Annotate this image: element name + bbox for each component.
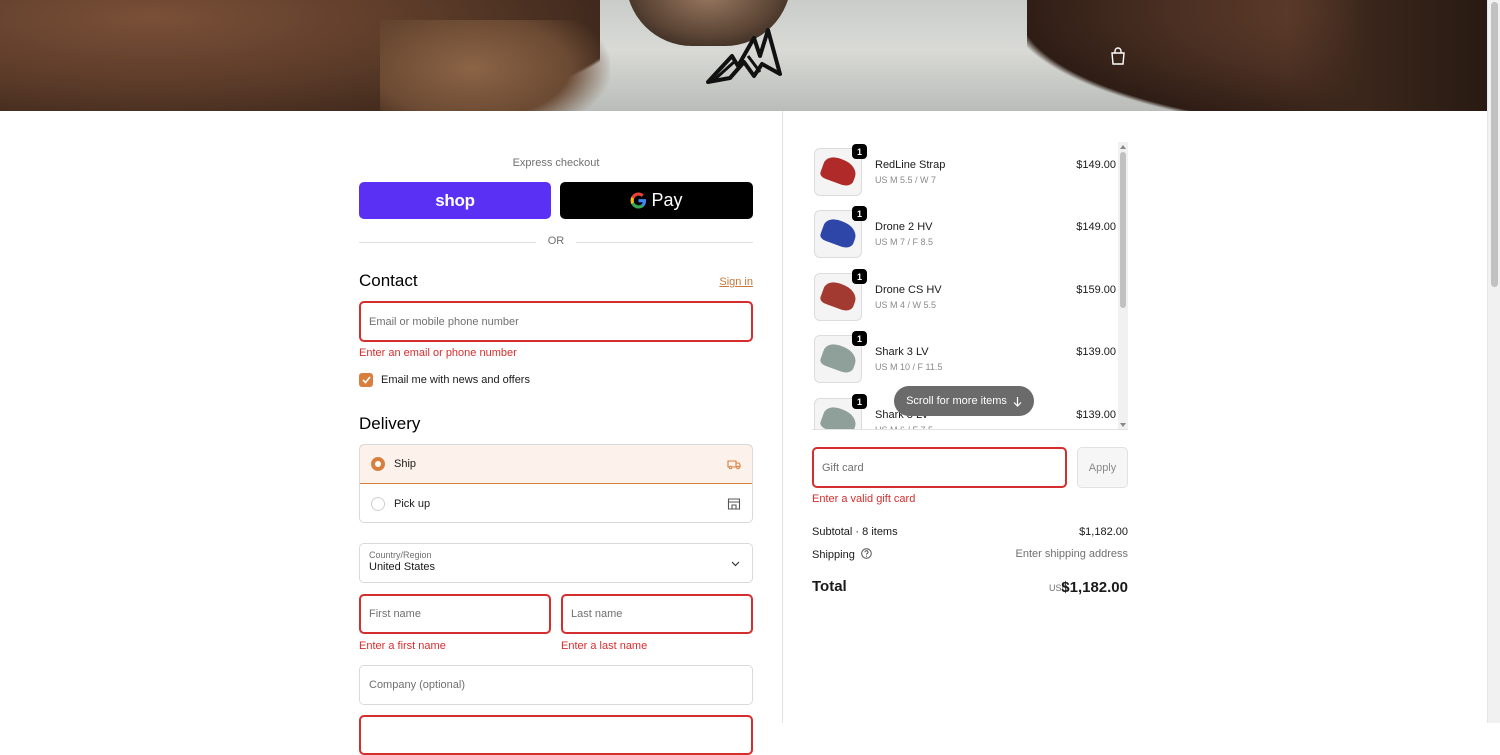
product-name: Drone 2 HV [875, 221, 933, 233]
rock-image-right-edge [1287, 0, 1487, 111]
column-divider [782, 111, 783, 723]
newsletter-label: Email me with news and offers [381, 374, 530, 386]
quantity-badge: 1 [852, 331, 867, 346]
quantity-badge: 1 [852, 269, 867, 284]
first-name-placeholder: First name [369, 608, 421, 620]
store-icon [727, 497, 741, 510]
product-price: $159.00 [1076, 284, 1116, 296]
product-variant: US M 4 / W 5.5 [875, 300, 937, 310]
express-checkout-title: Express checkout [512, 157, 600, 169]
last-name-placeholder: Last name [571, 608, 623, 620]
product-variant: US M 7 / F 8.5 [875, 237, 934, 247]
page-scrollbar[interactable] [1487, 0, 1500, 723]
product-name: RedLine Strap [875, 159, 946, 171]
delivery-option-ship[interactable]: Ship [360, 445, 752, 484]
shipping-value: Enter shipping address [1015, 548, 1128, 560]
rock-image-left-detail [380, 20, 610, 111]
or-separator: OR [359, 235, 753, 249]
cart-item: 1 Drone 2 HV US M 7 / F 8.5 $149.00 [812, 204, 1116, 258]
company-placeholder: Company (optional) [369, 679, 465, 691]
subtotal-label: Subtotal · 8 items [812, 526, 898, 538]
cart-item: 1 Shark 3 LV US M 10 / F 11.5 $139.00 [812, 329, 1116, 383]
scroll-more-label: Scroll for more items [906, 395, 1007, 407]
product-name: Drone CS HV [875, 284, 942, 296]
cart-item: 1 Drone CS HV US M 4 / W 5.5 $159.00 [812, 267, 1116, 321]
scroll-down-arrow-icon[interactable] [1120, 423, 1126, 427]
gift-card-placeholder: Gift card [822, 461, 864, 474]
product-price: $139.00 [1076, 409, 1116, 421]
shoe-graphic [818, 153, 860, 189]
subtotal-value: $1,182.00 [1079, 526, 1128, 538]
last-name-error: Enter a last name [561, 640, 648, 652]
quantity-badge: 1 [852, 394, 867, 409]
product-price: $139.00 [1076, 346, 1116, 358]
contact-heading: Contact [359, 271, 418, 290]
google-pay-button[interactable]: Pay [560, 182, 753, 219]
checkmark-icon [361, 376, 371, 384]
product-name: Shark 3 LV [875, 346, 929, 358]
country-label: Country/Region [369, 550, 432, 560]
page-scrollbar-thumb[interactable] [1491, 2, 1498, 287]
gift-card-field[interactable]: Gift card [812, 447, 1067, 488]
shop-pay-label: shop [435, 190, 475, 210]
chevron-down-icon [731, 561, 740, 567]
gift-card-error: Enter a valid gift card [812, 493, 916, 505]
product-variant: US M 10 / F 11.5 [875, 362, 943, 372]
delivery-option-pickup[interactable]: Pick up [360, 484, 752, 522]
shopping-bag-icon[interactable] [1110, 47, 1126, 65]
or-label: OR [547, 235, 565, 247]
first-name-field[interactable]: First name [359, 594, 551, 634]
total-value: $1,182.00 [1061, 579, 1128, 596]
ship-label: Ship [394, 458, 417, 470]
help-circle-icon[interactable] [861, 548, 872, 559]
shipping-label: Shipping [812, 549, 855, 561]
email-field[interactable]: Email or mobile phone number [359, 301, 753, 342]
mad-rock-logo[interactable] [704, 26, 784, 86]
ship-radio[interactable] [371, 457, 385, 471]
last-name-field[interactable]: Last name [561, 594, 753, 634]
google-g-icon [631, 192, 647, 209]
quantity-badge: 1 [852, 144, 867, 159]
product-variant: US M 5.5 / W 7 [875, 175, 937, 185]
truck-icon [727, 460, 741, 470]
quantity-badge: 1 [852, 206, 867, 221]
shop-pay-button[interactable]: shop [359, 182, 551, 219]
email-placeholder: Email or mobile phone number [369, 315, 519, 328]
country-value: United States [369, 561, 436, 573]
sign-in-link[interactable]: Sign in [719, 276, 753, 288]
delivery-heading: Delivery [359, 414, 421, 433]
country-select[interactable]: Country/Region United States [359, 543, 753, 583]
subtotal-row: Subtotal · 8 items $1,182.00 [812, 526, 1128, 538]
cart-scrollbar-thumb[interactable] [1120, 152, 1126, 308]
scroll-up-arrow-icon[interactable] [1120, 145, 1126, 149]
newsletter-checkbox[interactable] [359, 373, 373, 387]
product-price: $149.00 [1076, 159, 1116, 171]
google-pay-label: Pay [651, 190, 683, 210]
hero-banner [0, 0, 1487, 111]
shoe-graphic [818, 340, 860, 376]
scroll-more-button[interactable]: Scroll for more items [894, 386, 1034, 416]
or-line-right [576, 242, 753, 243]
total-row: Total USD $1,182.00 [812, 578, 1128, 596]
delivery-method-group: Ship Pick up [359, 444, 753, 523]
total-label: Total [812, 578, 847, 595]
shoe-graphic [818, 215, 860, 251]
product-price: $149.00 [1076, 221, 1116, 233]
pickup-radio[interactable] [371, 496, 385, 511]
first-name-error: Enter a first name [359, 640, 446, 652]
newsletter-option[interactable]: Email me with news and offers [359, 373, 530, 387]
arrow-down-icon [1013, 396, 1022, 407]
cart-scrollbar[interactable] [1118, 142, 1128, 429]
pickup-label: Pick up [394, 497, 431, 510]
company-field[interactable]: Company (optional) [359, 665, 753, 705]
product-variant: US M 6 / F 7.5 [875, 425, 934, 430]
apply-button[interactable]: Apply [1077, 447, 1128, 488]
address-field[interactable] [359, 715, 753, 755]
shipping-row: Shipping Enter shipping address [812, 548, 1128, 561]
shoe-graphic [818, 278, 860, 314]
cart-item: 1 RedLine Strap US M 5.5 / W 7 $149.00 [812, 142, 1116, 196]
email-error: Enter an email or phone number [359, 347, 517, 359]
